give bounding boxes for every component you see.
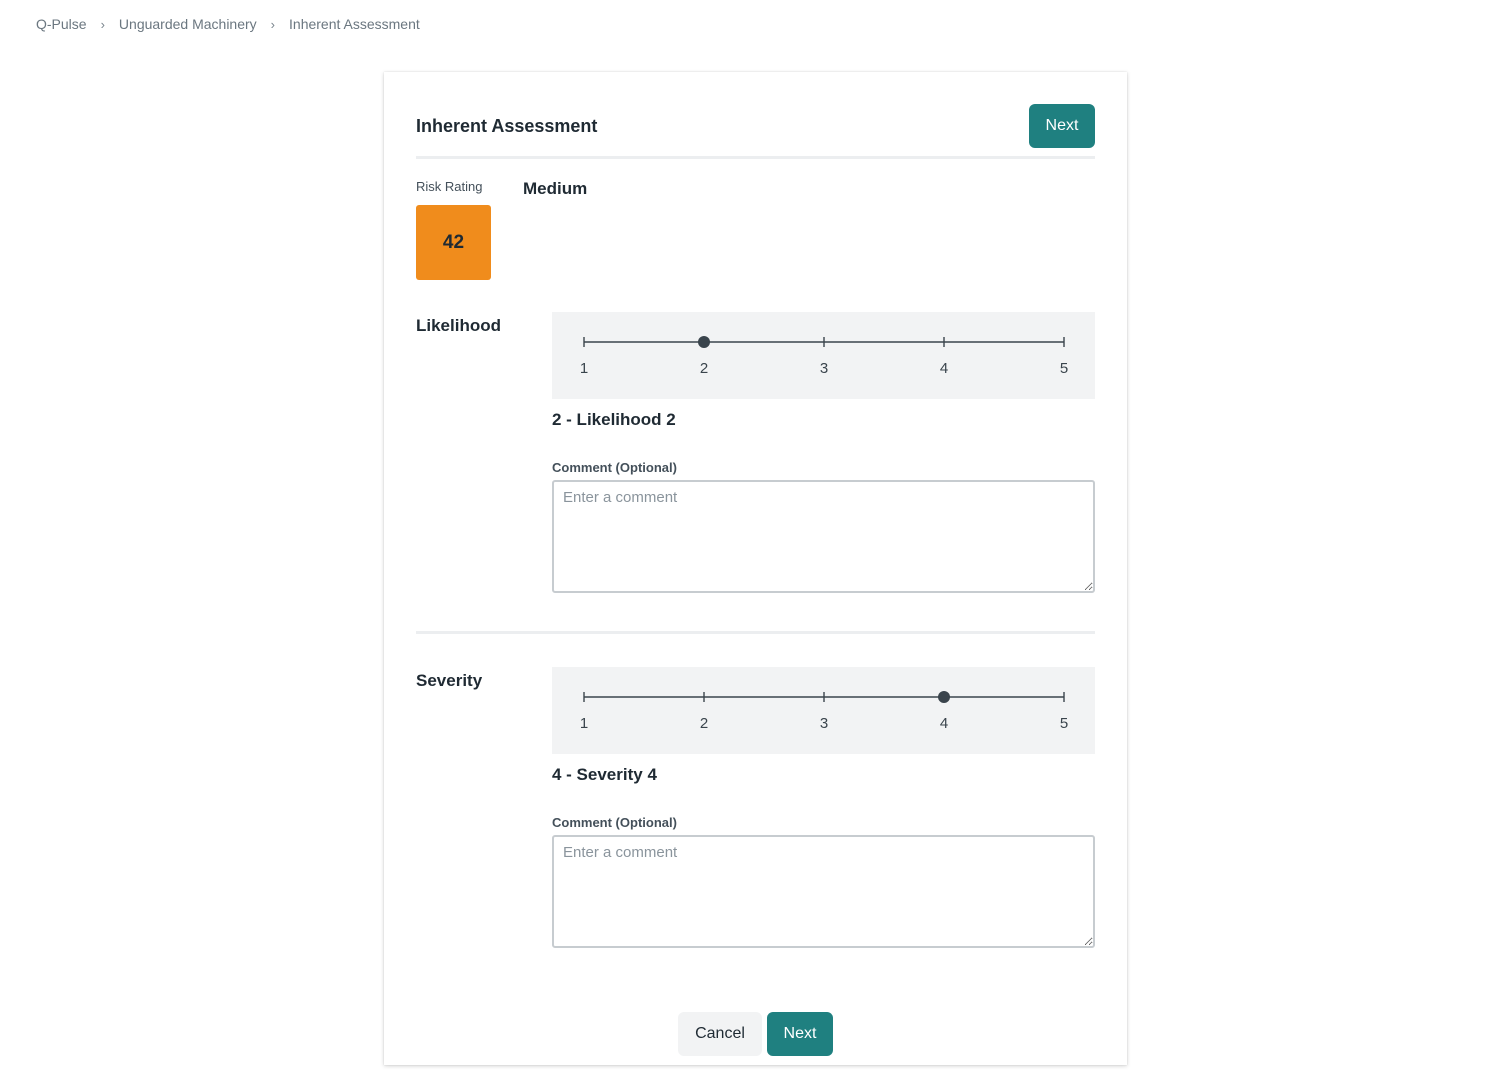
risk-rating-label: Risk Rating — [416, 179, 483, 194]
severity-comment-field[interactable] — [552, 835, 1095, 948]
risk-score: 42 — [442, 231, 465, 253]
cancel-button[interactable]: Cancel — [678, 1012, 762, 1056]
severity-comment-label: Comment (Optional) — [552, 815, 677, 830]
severity-slider-graphic: 1 2 3 4 5 — [580, 691, 1068, 732]
severity-value-text: 4 - Severity 4 — [552, 765, 657, 784]
risk-rating-badge: 42 — [416, 205, 491, 280]
card-header: Inherent Assessment Next — [416, 104, 1095, 148]
breadcrumb-item-q-pulse[interactable]: Q-Pulse — [36, 16, 87, 32]
likelihood-label: Likelihood — [416, 316, 501, 335]
likelihood-slider[interactable]: 1 2 3 4 5 — [552, 312, 1095, 399]
likelihood-slider-tick-label: 2 — [700, 360, 708, 377]
severity-slider-tick-label: 5 — [1060, 715, 1068, 732]
breadcrumb-item-unguarded-machinery[interactable]: Unguarded Machinery — [119, 16, 257, 32]
chevron-right-icon: › — [270, 16, 276, 32]
card-footer: Cancel Next — [384, 1012, 1127, 1056]
severity-slider-handle[interactable] — [938, 691, 950, 703]
breadcrumb-item-inherent-assessment: Inherent Assessment — [289, 16, 420, 32]
severity-slider-tick-label: 4 — [940, 715, 948, 732]
likelihood-comment-label: Comment (Optional) — [552, 460, 677, 475]
likelihood-comment-field[interactable] — [552, 480, 1095, 593]
severity-label: Severity — [416, 671, 483, 690]
likelihood-slider-tick-label: 5 — [1060, 360, 1068, 377]
header-divider — [416, 156, 1095, 159]
footer-next-button[interactable]: Next — [767, 1012, 833, 1056]
assessment-card: Inherent Assessment Next Risk Rating 4 2 … — [384, 72, 1127, 1065]
severity-slider-tick-label: 3 — [820, 715, 828, 732]
likelihood-slider-handle[interactable] — [698, 336, 710, 348]
likelihood-slider-tick-label: 3 — [820, 360, 828, 377]
severity-slider-tick-label: 2 — [700, 715, 708, 732]
severity-slider[interactable]: 1 2 3 4 5 — [552, 667, 1095, 754]
likelihood-slider-tick-label: 4 — [940, 360, 948, 377]
likelihood-slider-tick-label: 1 — [580, 360, 588, 377]
page-title: Inherent Assessment — [416, 115, 598, 136]
likelihood-value-text: 2 - Likelihood 2 — [552, 410, 676, 429]
likelihood-slider-graphic: 1 2 3 4 5 — [580, 336, 1068, 377]
header-next-button[interactable]: Next — [1029, 104, 1095, 148]
chevron-right-icon: › — [100, 16, 105, 32]
risk-level-text: Medium — [523, 179, 588, 198]
severity-slider-tick-label: 1 — [580, 715, 588, 732]
section-divider — [416, 631, 1095, 634]
breadcrumb: Q-Pulse › Unguarded Machinery › Inherent… — [36, 16, 420, 32]
